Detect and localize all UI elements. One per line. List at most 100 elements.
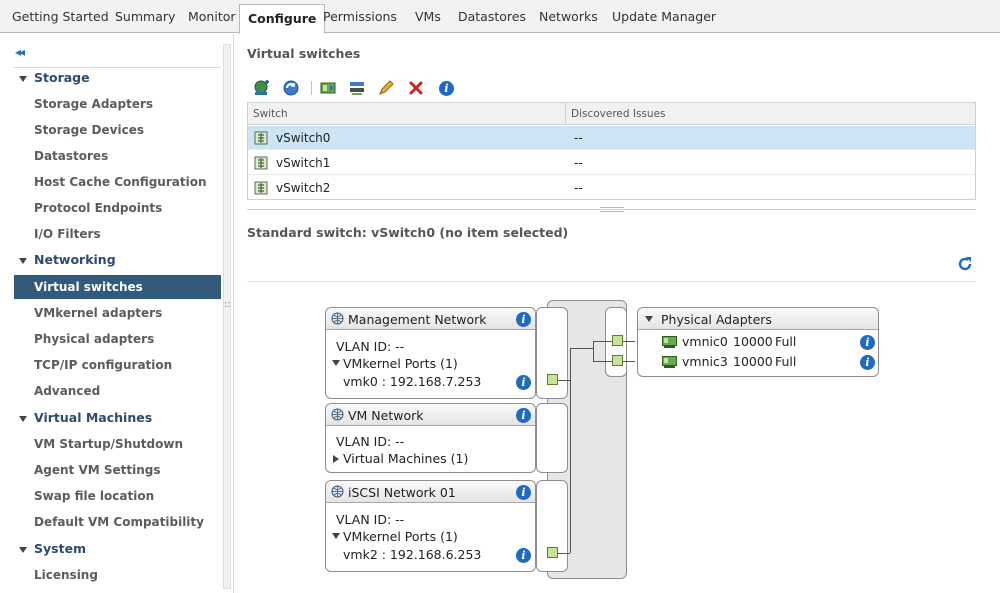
sidebar-item-datastores[interactable]: Datastores [14,144,221,168]
remove-icon[interactable] [407,79,425,97]
page-title: Virtual switches [247,46,361,61]
tab-networks[interactable]: Networks [539,6,598,29]
chevron-down-icon[interactable] [332,533,340,539]
info-icon[interactable]: i [516,312,531,327]
tab-configure[interactable]: Configure [239,4,326,34]
wire [593,341,594,362]
sidebar-group-storage[interactable]: Storage [14,66,221,90]
sidebar-group-virtual-machines[interactable]: Virtual Machines [14,406,221,430]
chevron-down-icon [19,76,27,82]
sidebar-group-system[interactable]: System [14,537,221,561]
physical-adapters-title: Physical Adapters [661,312,772,327]
wire [557,553,570,554]
tab-permissions[interactable]: Permissions [323,6,397,29]
portgroup-title: Management Network [348,312,487,327]
uplink-port[interactable] [612,355,623,366]
sidebar-item-vmkernel-adapters[interactable]: VMkernel adapters [14,301,221,325]
virtual-machines-label[interactable]: Virtual Machines (1) [343,451,468,466]
tab-summary[interactable]: Summary [115,6,175,29]
group-label: Networking [34,252,116,267]
portgroup-management-network[interactable]: Management Network i VLAN ID: -- VMkerne… [325,307,536,399]
portgroup-vm-network[interactable]: VM Network i VLAN ID: -- Virtual Machine… [325,403,536,473]
switch-icon [254,181,268,195]
info-icon[interactable]: i [516,375,531,390]
chevron-down-icon[interactable] [332,360,340,366]
table-row[interactable]: vSwitch1 -- [248,151,975,175]
wire [623,361,635,362]
tab-monitor[interactable]: Monitor [188,6,236,29]
virtual-switches-table: Switch Discovered Issues vSwitch0 -- vSw… [247,102,976,200]
vmkernel-ports-label[interactable]: VMkernel Ports (1) [343,529,458,544]
wire [570,348,593,349]
info-icon[interactable]: i [439,81,454,96]
nic-name: vmnic3 [682,354,728,369]
portgroup-connector [536,480,568,572]
splitter-grip-icon[interactable]: :: [224,299,231,310]
wire [623,341,635,342]
column-header-issues[interactable]: Discovered Issues [566,103,975,125]
nic-icon [662,336,677,348]
switch-issues: -- [574,156,583,170]
sidebar-item-io-filters[interactable]: I/O Filters [14,222,221,246]
manage-physical-adapters-icon[interactable] [319,79,337,97]
chevron-down-icon [19,547,27,553]
migrate-adapter-icon[interactable] [348,79,366,97]
toolbar-separator [311,81,312,95]
add-networking-icon[interactable] [253,79,271,97]
vmkernel-ports-label[interactable]: VMkernel Ports (1) [343,356,458,371]
port-connector[interactable] [547,374,558,385]
portgroup-connector [536,307,568,399]
info-icon[interactable]: i [516,485,531,500]
tab-update-manager[interactable]: Update Manager [612,6,716,29]
sidebar-item-advanced[interactable]: Advanced [14,379,221,403]
sidebar-item-swap-file[interactable]: Swap file location [14,484,221,508]
table-row[interactable]: vSwitch2 -- [248,176,975,200]
sidebar-item-host-cache[interactable]: Host Cache Configuration [14,170,221,194]
portgroup-connector [536,403,568,473]
tab-vms[interactable]: VMs [415,6,441,29]
chevron-down-icon [19,416,27,422]
sidebar-item-tcpip[interactable]: TCP/IP configuration [14,353,221,377]
physical-adapters-box[interactable]: Physical Adapters vmnic0 10000 Full i vm… [637,307,879,377]
sidebar-item-default-vm-compat[interactable]: Default VM Compatibility [14,510,221,534]
info-icon[interactable]: i [860,355,875,370]
sidebar-item-physical-adapters[interactable]: Physical adapters [14,327,221,351]
sidebar-item-virtual-switches[interactable]: Virtual switches [14,275,221,299]
chevron-down-icon[interactable] [645,316,653,322]
refresh-icon[interactable] [957,256,973,272]
nic-icon [662,356,677,368]
sidebar-item-storage-adapters[interactable]: Storage Adapters [14,92,221,116]
portgroup-iscsi-network[interactable]: iSCSI Network 01 i VLAN ID: -- VMkernel … [325,480,536,572]
sidebar-scrollbar[interactable] [223,44,231,589]
sidebar-item-agent-vm[interactable]: Agent VM Settings [14,458,221,482]
collapse-sidebar-button[interactable]: ◂◂ [15,45,25,59]
network-globe-icon [331,408,344,421]
column-header-switch[interactable]: Switch [248,103,566,125]
portgroup-title: VM Network [348,408,424,423]
vlan-id: VLAN ID: -- [336,339,405,354]
info-icon[interactable]: i [516,408,531,423]
info-icon[interactable]: i [860,335,875,350]
network-globe-icon [331,485,344,498]
uplink-port[interactable] [612,335,623,346]
port-connector[interactable] [547,547,558,558]
info-icon[interactable]: i [516,548,531,563]
tab-getting-started[interactable]: Getting Started [12,6,109,29]
divider [247,281,976,282]
sidebar-group-networking[interactable]: Networking [14,248,221,272]
sidebar-item-vm-startup[interactable]: VM Startup/Shutdown [14,432,221,456]
sidebar-item-licensing[interactable]: Licensing [14,563,221,587]
switch-name: vSwitch1 [276,156,331,170]
resize-grip-icon[interactable] [600,207,624,212]
network-globe-icon [331,312,344,325]
tab-bar: Getting Started Summary Monitor Configur… [0,0,1000,34]
table-row[interactable]: vSwitch0 -- [248,126,975,150]
edit-pencil-icon[interactable] [377,79,395,97]
chevron-right-icon[interactable] [333,455,339,463]
refresh-network-icon[interactable] [282,79,300,97]
sidebar-item-storage-devices[interactable]: Storage Devices [14,118,221,142]
sidebar-item-protocol-endpoints[interactable]: Protocol Endpoints [14,196,221,220]
detail-title: Standard switch: vSwitch0 (no item selec… [247,225,569,240]
vmkernel-port: vmk2 : 192.168.6.253 [343,547,482,562]
tab-datastores[interactable]: Datastores [458,6,526,29]
